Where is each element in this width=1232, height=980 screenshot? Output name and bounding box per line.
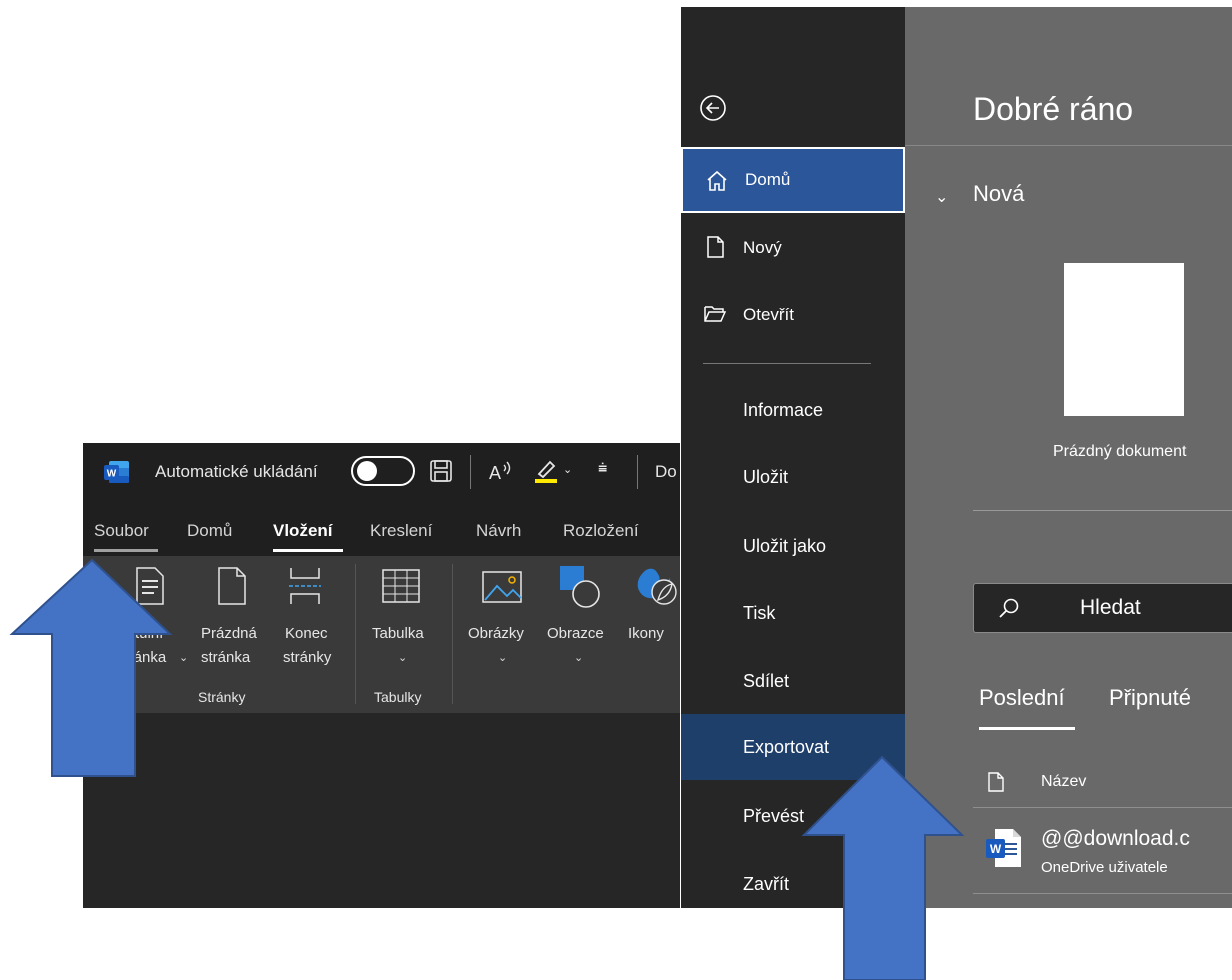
ribbon-separator-2 — [452, 564, 453, 704]
file-type-icon — [988, 772, 1004, 792]
autosave-label: Automatické ukládání — [155, 462, 318, 481]
highlighter-icon[interactable] — [533, 457, 559, 485]
table-icon[interactable] — [381, 568, 421, 604]
sidebar-item-label: Uložit jako — [743, 535, 827, 556]
qat-separator — [470, 455, 471, 489]
home-icon — [707, 170, 727, 191]
shapes-label[interactable]: Obrazce — [547, 625, 604, 642]
pictures-label[interactable]: Obrázky — [468, 625, 524, 642]
new-section-heading[interactable]: Nová — [973, 181, 1024, 207]
blank-page-label-1[interactable]: Prázdná — [201, 625, 257, 642]
column-name-header[interactable]: Název — [1041, 773, 1086, 791]
new-section-divider — [973, 510, 1232, 511]
recent-file-row[interactable]: W @@download.c OneDrive uživatele — [973, 813, 1232, 889]
svg-text:W: W — [990, 842, 1002, 856]
greeting-heading: Dobré ráno — [973, 91, 1134, 127]
sidebar-item-label: Zavřít — [743, 873, 790, 894]
word-logo-icon: W — [104, 461, 129, 483]
annotation-arrow-up-left — [9, 558, 173, 777]
collapse-chevron-icon[interactable]: ⌄ — [935, 187, 948, 207]
blank-page-label-2[interactable]: stránka — [201, 649, 250, 666]
blank-document-label[interactable]: Prázdný dokument — [1053, 443, 1186, 461]
tab-layout[interactable]: Rozložení — [563, 521, 639, 541]
read-aloud-icon[interactable]: A — [487, 457, 517, 485]
pages-group-label: Stránky — [198, 689, 246, 705]
page-break-icon[interactable] — [287, 566, 323, 606]
sidebar-item-label: Tisk — [743, 602, 776, 623]
tab-file[interactable]: Soubor — [94, 521, 149, 541]
insert-tab-underline — [273, 549, 343, 552]
svg-text:A: A — [489, 463, 501, 483]
qat-separator-2 — [637, 455, 638, 489]
sidebar-item-label: Nový — [743, 238, 782, 257]
sidebar-item-label: Převést — [743, 805, 805, 826]
recent-tab-underline — [979, 727, 1075, 730]
svg-text:W: W — [107, 469, 117, 480]
sidebar-item-save[interactable]: Uložit — [681, 444, 905, 510]
sidebar-item-print[interactable]: Tisk — [681, 580, 905, 646]
customize-qat-icon[interactable]: ⩧ — [598, 460, 607, 478]
file-tab-underline — [94, 549, 158, 552]
recent-file-name: @@download.c — [1041, 827, 1190, 850]
search-icon — [999, 598, 1019, 618]
ribbon-separator-1 — [355, 564, 356, 704]
tab-draw[interactable]: Kreslení — [370, 521, 432, 541]
search-input[interactable]: Hledat — [973, 583, 1232, 633]
row-divider — [973, 893, 1232, 894]
save-icon[interactable] — [429, 459, 453, 483]
cover-page-chevron-icon[interactable]: ⌄ — [179, 651, 188, 664]
tables-group-label: Tabulky — [374, 689, 422, 705]
shapes-chevron-icon[interactable]: ⌄ — [574, 651, 583, 664]
sidebar-item-label: Uložit — [743, 466, 789, 487]
new-document-icon — [707, 236, 724, 258]
sidebar-item-save-as[interactable]: Uložit jako — [681, 513, 905, 579]
table-label[interactable]: Tabulka — [372, 625, 424, 642]
icons-label[interactable]: Ikony — [628, 625, 664, 642]
pictures-chevron-icon[interactable]: ⌄ — [498, 651, 507, 664]
shapes-icon[interactable] — [558, 564, 600, 610]
open-folder-icon — [704, 306, 727, 322]
tab-home[interactable]: Domů — [187, 521, 232, 541]
header-divider — [905, 145, 1232, 146]
blank-document-thumbnail[interactable] — [1064, 263, 1184, 416]
page-break-label-1[interactable]: Konec — [285, 625, 328, 642]
sidebar-item-home[interactable]: Domů — [681, 147, 905, 213]
sidebar-item-new[interactable]: Nový — [681, 215, 905, 281]
sidebar-item-share[interactable]: Sdílet — [681, 648, 905, 714]
sidebar-item-open[interactable]: Otevřít — [681, 282, 905, 348]
blank-page-icon[interactable] — [217, 566, 247, 606]
pictures-icon[interactable] — [481, 570, 523, 604]
tab-design[interactable]: Návrh — [476, 521, 521, 541]
word-file-icon: W — [986, 829, 1021, 867]
sidebar-item-label: Sdílet — [743, 670, 790, 691]
tab-insert[interactable]: Vložení — [273, 521, 333, 541]
search-placeholder: Hledat — [1080, 596, 1141, 619]
header-row-divider — [973, 807, 1232, 808]
quick-access-toolbar: W Automatické ukládání A ⌄ ⩧ Do — [83, 443, 680, 503]
sidebar-item-info[interactable]: Informace — [681, 377, 905, 443]
annotation-arrow-up-right — [801, 755, 965, 980]
document-title: Do — [655, 462, 677, 481]
autosave-toggle[interactable] — [351, 456, 415, 486]
page-break-label-2[interactable]: stránky — [283, 649, 331, 666]
recent-file-location: OneDrive uživatele — [1041, 859, 1168, 876]
sidebar-item-label: Otevřít — [743, 305, 795, 324]
sidebar-item-label: Domů — [745, 170, 791, 189]
highlighter-chevron-icon[interactable]: ⌄ — [563, 463, 572, 476]
back-arrow-icon[interactable] — [699, 94, 727, 122]
tab-pinned[interactable]: Připnuté — [1109, 685, 1191, 711]
sidebar-item-label: Informace — [743, 399, 824, 420]
sidebar-divider — [703, 363, 871, 364]
tab-recent[interactable]: Poslední — [979, 685, 1065, 711]
icons-icon[interactable] — [632, 566, 680, 612]
table-chevron-icon[interactable]: ⌄ — [398, 651, 407, 664]
